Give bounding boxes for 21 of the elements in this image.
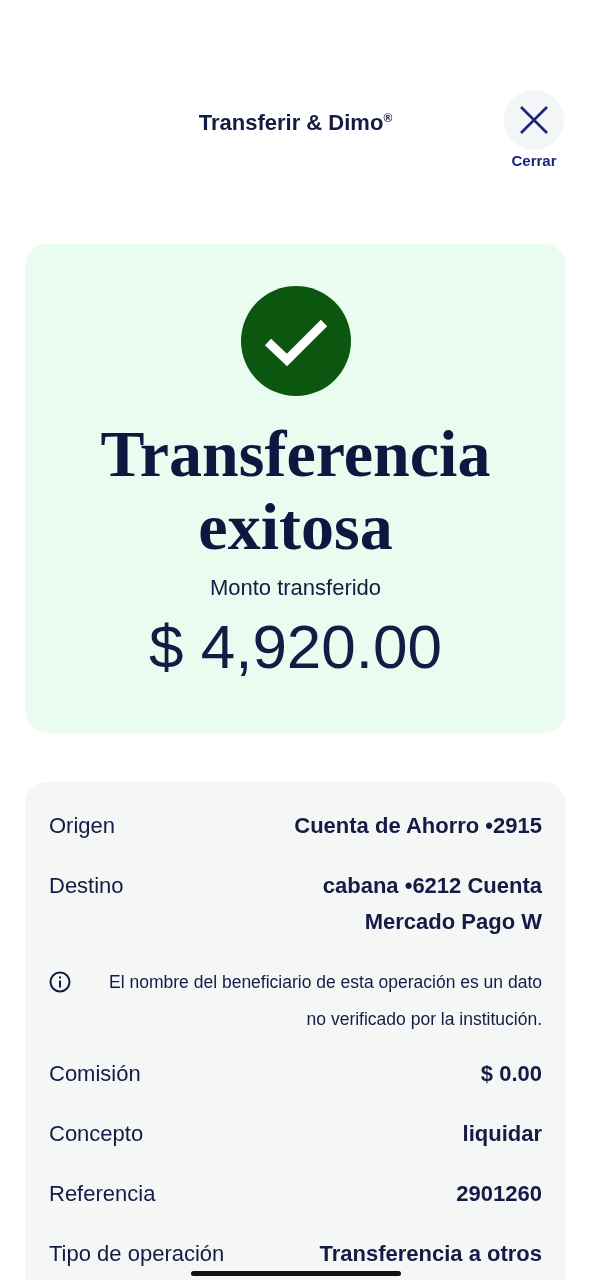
detail-label: Referencia [49,1180,156,1208]
detail-value: 2901260 [456,1180,542,1208]
detail-value: Cuenta de Ahorro •2915 [294,812,542,840]
detail-value: $ 0.00 [480,1060,542,1088]
detail-label: Comisión [49,1060,141,1088]
info-note: El nombre del beneficiario de esta operación es un dato no verificado por la institución. [108,971,542,1031]
amount-label: Monto transferido [209,575,382,601]
detail-label: Concepto [49,1120,144,1148]
success-title: Transferencia exitosa [99,417,492,563]
check-icon [239,285,352,397]
amount-value: $ 4,920.00 [148,611,442,682]
detail-value: Transferencia a otros [319,1240,542,1268]
detail-label: Origen [49,812,116,840]
detail-value: cabana •6212 Cuenta Mercado Pago W [321,872,542,936]
detail-value: liquidar [462,1120,542,1148]
detail-label: Tipo de operación [49,1240,225,1268]
info-icon [49,971,71,993]
detail-label: Destino [49,872,124,900]
close-label[interactable]: Cerrar [511,152,557,169]
close-icon [518,104,550,136]
screen-title: Transferir & Dimo$^{®}$ [197,110,394,136]
